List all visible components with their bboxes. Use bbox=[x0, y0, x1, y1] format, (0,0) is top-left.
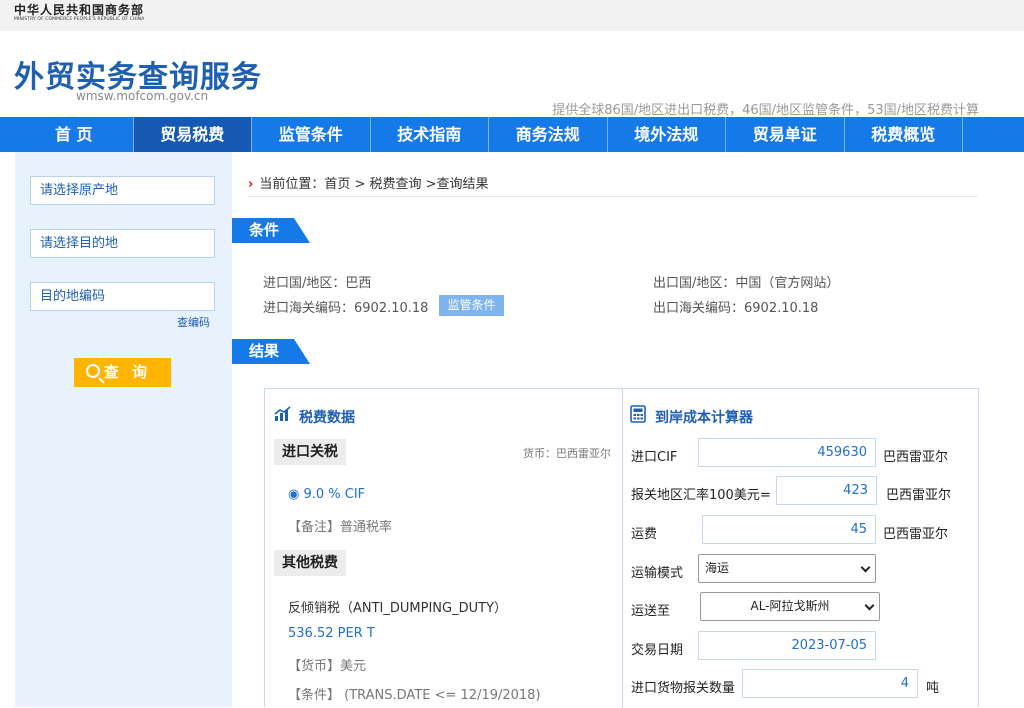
ship-to-select[interactable]: AL-阿拉戈斯州 bbox=[700, 592, 880, 621]
destination-code-input[interactable]: 目的地编码 bbox=[30, 282, 215, 311]
duty-remark: 【备注】普通税率 bbox=[288, 520, 393, 535]
exchange-rate-input[interactable]: 423 bbox=[776, 476, 877, 505]
top-bar: 中华人民共和国商务部 MINISTRY OF COMMERCE PEOPLE'S… bbox=[0, 0, 1024, 31]
nav-trade-tax[interactable]: 贸易税费 bbox=[133, 117, 252, 152]
ministry-logo[interactable]: 中华人民共和国商务部 MINISTRY OF COMMERCE PEOPLE'S… bbox=[14, 4, 144, 23]
cif-input[interactable]: 459630 bbox=[698, 438, 876, 467]
export-code: 出口海关编码：6902.10.18 bbox=[653, 301, 819, 316]
import-duty-tab: 进口关税 bbox=[274, 439, 346, 465]
search-icon bbox=[86, 364, 100, 378]
cif-label: 进口CIF bbox=[631, 450, 678, 465]
cif-unit: 巴西雷亚尔 bbox=[883, 450, 949, 465]
site-header: 外贸实务查询服务 提供全球86国/地区进出口税费，46国/地区监管条件，53国/… bbox=[0, 31, 1024, 118]
nav-foreign-law[interactable]: 境外法规 bbox=[608, 117, 726, 152]
chevron-down-icon bbox=[860, 562, 871, 573]
nav-commerce-law[interactable]: 商务法规 bbox=[489, 117, 608, 152]
anti-dumping-condition: 【条件】 (TRANS.DATE <= 12/19/2018) bbox=[288, 688, 541, 703]
transport-mode-select[interactable]: 海运 bbox=[698, 554, 876, 583]
freight-label: 运费 bbox=[631, 527, 658, 542]
nav-tech-guide[interactable]: 技术指南 bbox=[371, 117, 489, 152]
ministry-name-en: MINISTRY OF COMMERCE PEOPLE'S REPUBLIC O… bbox=[14, 17, 145, 22]
query-button[interactable]: 查 询 bbox=[74, 358, 171, 387]
trade-date-input[interactable]: 2023-07-05 bbox=[698, 631, 876, 660]
export-country: 出口国/地区：中国（官方网站） bbox=[653, 276, 840, 291]
results-tag: 结果 bbox=[232, 339, 310, 364]
site-url: wmsw.mofcom.gov.cn bbox=[76, 89, 209, 103]
conditions-tag: 条件 bbox=[232, 218, 310, 243]
currency-note: 货币：巴西雷亚尔 bbox=[523, 447, 611, 460]
ministry-name-cn: 中华人民共和国商务部 bbox=[14, 3, 145, 17]
ship-to-value: AL-阿拉戈斯州 bbox=[750, 599, 830, 613]
quantity-unit: 吨 bbox=[926, 681, 940, 696]
main-nav: 首 页 贸易税费 监管条件 技术指南 商务法规 境外法规 贸易单证 税费概览 bbox=[0, 117, 1024, 152]
breadcrumb: › 当前位置：首页 > 税费查询 >查询结果 bbox=[248, 173, 489, 192]
breadcrumb-divider bbox=[248, 196, 978, 197]
results-panel: 税费数据 进口关税 货币：巴西雷亚尔 ◉ 9.0 % CIF 【备注】普通税率 … bbox=[264, 388, 979, 708]
transport-mode-label: 运输模式 bbox=[631, 566, 684, 581]
transport-mode-value: 海运 bbox=[705, 561, 730, 575]
lookup-code-link[interactable]: 查编码 bbox=[177, 314, 210, 330]
calculator-icon bbox=[630, 405, 646, 423]
nav-tax-overview[interactable]: 税费概览 bbox=[845, 117, 963, 152]
import-code: 进口海关编码：6902.10.18 bbox=[263, 301, 429, 316]
site-description: 提供全球86国/地区进出口税费，46国/地区监管条件，53国/地区税费计算 bbox=[552, 103, 979, 118]
nav-trade-docs[interactable]: 贸易单证 bbox=[726, 117, 845, 152]
import-country: 进口国/地区：巴西 bbox=[263, 276, 372, 291]
destination-select[interactable]: 请选择目的地 bbox=[30, 229, 215, 258]
other-tax-tab: 其他税费 bbox=[274, 550, 346, 576]
freight-input[interactable]: 45 bbox=[702, 515, 876, 544]
tax-data-title: 税费数据 bbox=[299, 410, 355, 426]
main-content: › 当前位置：首页 > 税费查询 >查询结果 条件 进口国/地区：巴西 进口海关编… bbox=[232, 152, 1024, 708]
duty-rate: ◉ 9.0 % CIF bbox=[288, 487, 366, 502]
anti-dumping-rate: 536.52 PER T bbox=[288, 626, 375, 641]
chevron-down-icon bbox=[864, 600, 875, 611]
nav-home[interactable]: 首 页 bbox=[15, 117, 134, 152]
breadcrumb-text: 当前位置：首页 > 税费查询 >查询结果 bbox=[259, 177, 489, 192]
ship-to-label: 运送至 bbox=[631, 604, 671, 619]
regulation-badge[interactable]: 监管条件 bbox=[439, 295, 504, 316]
chevron-right-icon: › bbox=[248, 177, 254, 192]
quantity-input[interactable]: 4 bbox=[742, 669, 918, 698]
nav-regulation[interactable]: 监管条件 bbox=[252, 117, 371, 152]
trade-date-label: 交易日期 bbox=[631, 643, 684, 658]
calculator-title: 到岸成本计算器 bbox=[655, 410, 753, 426]
quantity-label: 进口货物报关数量 bbox=[631, 681, 736, 696]
anti-dumping-currency: 【货币】美元 bbox=[288, 659, 367, 674]
chart-icon bbox=[274, 406, 291, 421]
exchange-rate-label: 报关地区汇率100美元= bbox=[631, 488, 771, 503]
query-sidebar: 请选择原产地 请选择目的地 目的地编码 查编码 查 询 bbox=[15, 152, 232, 707]
panel-divider bbox=[622, 389, 623, 708]
exchange-rate-unit: 巴西雷亚尔 bbox=[886, 488, 952, 503]
anti-dumping-name: 反倾销税（ANTI_DUMPING_DUTY） bbox=[288, 601, 508, 616]
origin-select[interactable]: 请选择原产地 bbox=[30, 176, 215, 205]
freight-unit: 巴西雷亚尔 bbox=[883, 527, 949, 542]
query-button-label: 查 询 bbox=[103, 363, 151, 381]
